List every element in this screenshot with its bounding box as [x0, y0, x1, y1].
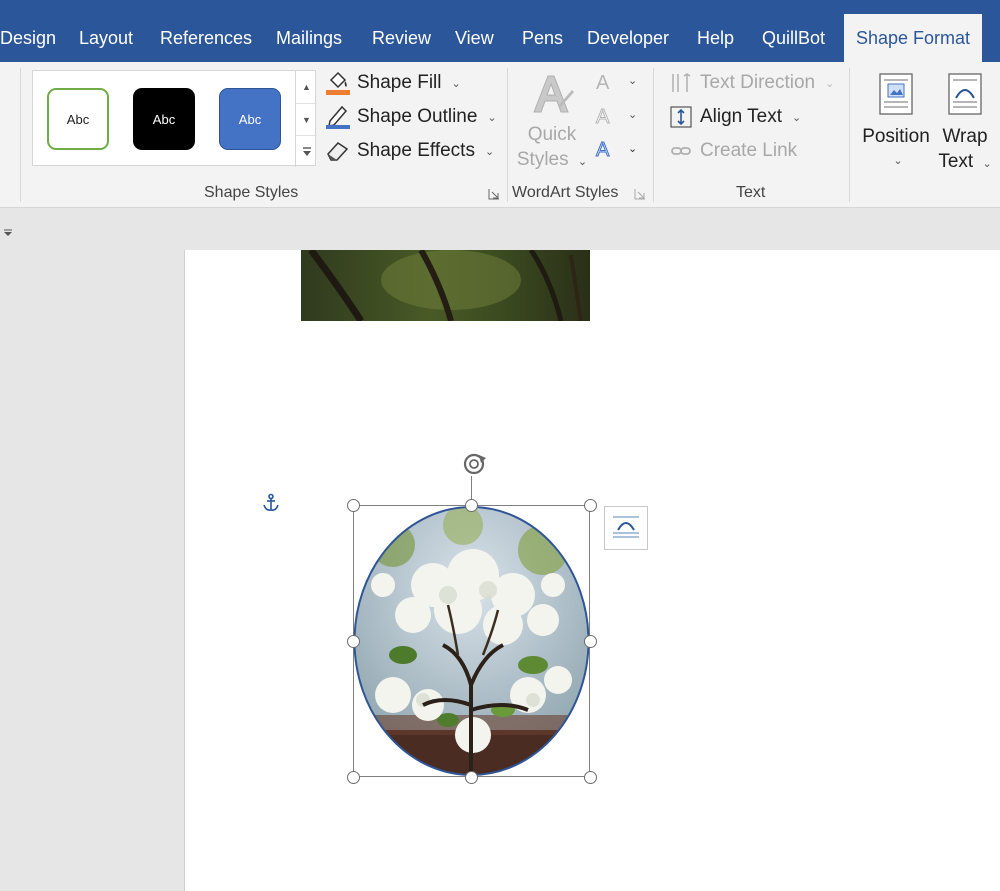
- text-outline-icon[interactable]: A: [595, 106, 609, 129]
- chevron-down-icon: ⌄: [825, 77, 835, 90]
- gallery-scroll: ▲ ▼: [295, 71, 317, 167]
- wordart-group-label: WordArt Styles: [512, 184, 619, 201]
- shape-effects-label: Shape Effects: [357, 140, 475, 161]
- text-fill-icon[interactable]: A: [596, 72, 609, 95]
- pencil-icon: [325, 104, 351, 130]
- chevron-down-icon: ⌄: [451, 77, 461, 90]
- gallery-down-button[interactable]: ▼: [296, 103, 317, 135]
- resize-handle-right[interactable]: [584, 635, 597, 648]
- text-direction-label: Text Direction: [700, 72, 816, 93]
- ribbon-tab-bar: Design Layout References Mailings Review…: [0, 0, 1000, 62]
- tab-mailings[interactable]: Mailings: [276, 28, 342, 49]
- create-link-button[interactable]: Create Link: [668, 138, 797, 164]
- text-group-label: Text: [736, 184, 766, 201]
- wrap-text-icon: [934, 72, 996, 124]
- resize-handle-bottom[interactable]: [465, 771, 478, 784]
- text-effects-icon[interactable]: A: [595, 139, 609, 162]
- chevron-down-icon: ⌄: [792, 111, 802, 124]
- photo-image-partial[interactable]: [301, 250, 590, 321]
- resize-handle-top-left[interactable]: [347, 499, 360, 512]
- style-swatch-outline-green[interactable]: Abc: [47, 88, 109, 150]
- ruler-bar: [0, 208, 1000, 250]
- shape-styles-gallery: Abc Abc Abc ▲ ▼: [32, 70, 317, 167]
- style-swatch-black[interactable]: Abc: [133, 88, 195, 150]
- tab-review[interactable]: Review: [372, 28, 431, 49]
- shape-styles-group-label: Shape Styles: [204, 184, 299, 201]
- text-direction-icon: [668, 70, 694, 96]
- tab-shape-format[interactable]: Shape Format: [844, 14, 983, 62]
- resize-handle-left[interactable]: [347, 635, 360, 648]
- align-text-label: Align Text: [700, 106, 783, 127]
- chevron-down-icon: ⌄: [628, 143, 638, 155]
- wordart-a-icon: [514, 70, 590, 122]
- chevron-down-icon: ⌄: [982, 158, 992, 170]
- group-divider: [20, 68, 21, 202]
- document-page[interactable]: [184, 250, 1000, 891]
- wrap-text-button[interactable]: Wrap Text ⌄: [934, 72, 996, 177]
- position-icon: [858, 72, 934, 124]
- chevron-down-icon: ⌄: [484, 145, 495, 158]
- wrap-text-label-1: Wrap: [942, 126, 988, 147]
- shape-fill-button[interactable]: Shape Fill ⌄: [325, 70, 461, 96]
- tab-layout[interactable]: Layout: [79, 28, 133, 49]
- wrap-text-label-2: Text: [938, 151, 974, 172]
- position-label: Position: [862, 126, 930, 147]
- group-divider: [849, 68, 850, 202]
- link-icon: [668, 138, 694, 164]
- resize-handle-top[interactable]: [465, 499, 478, 512]
- layout-options-button[interactable]: [604, 506, 648, 550]
- wordart-launcher-icon[interactable]: [634, 187, 646, 200]
- shape-styles-launcher-icon[interactable]: [488, 187, 500, 200]
- gallery-more-button[interactable]: [296, 135, 317, 167]
- quick-styles-button[interactable]: Quick Styles ⌄: [514, 70, 590, 175]
- resize-handle-bottom-right[interactable]: [584, 771, 597, 784]
- shape-fill-label: Shape Fill: [357, 72, 442, 93]
- chevron-down-icon: ⌄: [577, 156, 588, 168]
- tab-references[interactable]: References: [160, 28, 252, 49]
- window-edge: [984, 0, 1000, 62]
- tab-help[interactable]: Help: [697, 28, 734, 49]
- chevron-down-icon: ⌄: [487, 111, 497, 124]
- gallery-up-button[interactable]: ▲: [296, 71, 317, 103]
- group-divider: [653, 68, 654, 202]
- resize-handle-top-right[interactable]: [584, 499, 597, 512]
- anchor-icon[interactable]: [262, 493, 280, 518]
- position-button[interactable]: Position ⌄: [858, 72, 934, 174]
- tab-quillbot[interactable]: QuillBot: [762, 28, 825, 49]
- shape-effects-button[interactable]: Shape Effects ⌄: [325, 138, 494, 164]
- align-text-button[interactable]: Align Text ⌄: [668, 104, 801, 130]
- rotate-icon[interactable]: [459, 451, 489, 482]
- chevron-down-icon: ⌄: [628, 75, 638, 87]
- quick-styles-label-1: Quick: [527, 124, 577, 145]
- resize-handle-bottom-left[interactable]: [347, 771, 360, 784]
- tab-view[interactable]: View: [455, 28, 494, 49]
- paint-bucket-icon: [325, 70, 351, 96]
- tab-pens[interactable]: Pens: [522, 28, 563, 49]
- text-direction-button[interactable]: Text Direction ⌄: [668, 70, 834, 96]
- ribbon: Abc Abc Abc ▲ ▼ Shape Fill ⌄ Shape Outli…: [0, 62, 1000, 208]
- eraser-icon: [325, 138, 351, 164]
- tab-developer[interactable]: Developer: [587, 28, 669, 49]
- ruler-toggle-icon[interactable]: [4, 224, 12, 242]
- group-divider: [507, 68, 508, 202]
- chevron-down-icon: ⌄: [628, 109, 638, 121]
- quick-styles-label-2: Styles: [516, 149, 569, 170]
- shape-outline-label: Shape Outline: [357, 106, 478, 127]
- style-swatch-blue[interactable]: Abc: [219, 88, 281, 150]
- create-link-label: Create Link: [700, 140, 798, 161]
- tab-design[interactable]: Design: [0, 28, 56, 49]
- layout-options-icon: [611, 512, 641, 545]
- oval-photo-shape[interactable]: [353, 505, 590, 777]
- shape-outline-button[interactable]: Shape Outline ⌄: [325, 104, 497, 130]
- chevron-down-icon: ⌄: [893, 155, 903, 167]
- align-text-icon: [668, 104, 694, 130]
